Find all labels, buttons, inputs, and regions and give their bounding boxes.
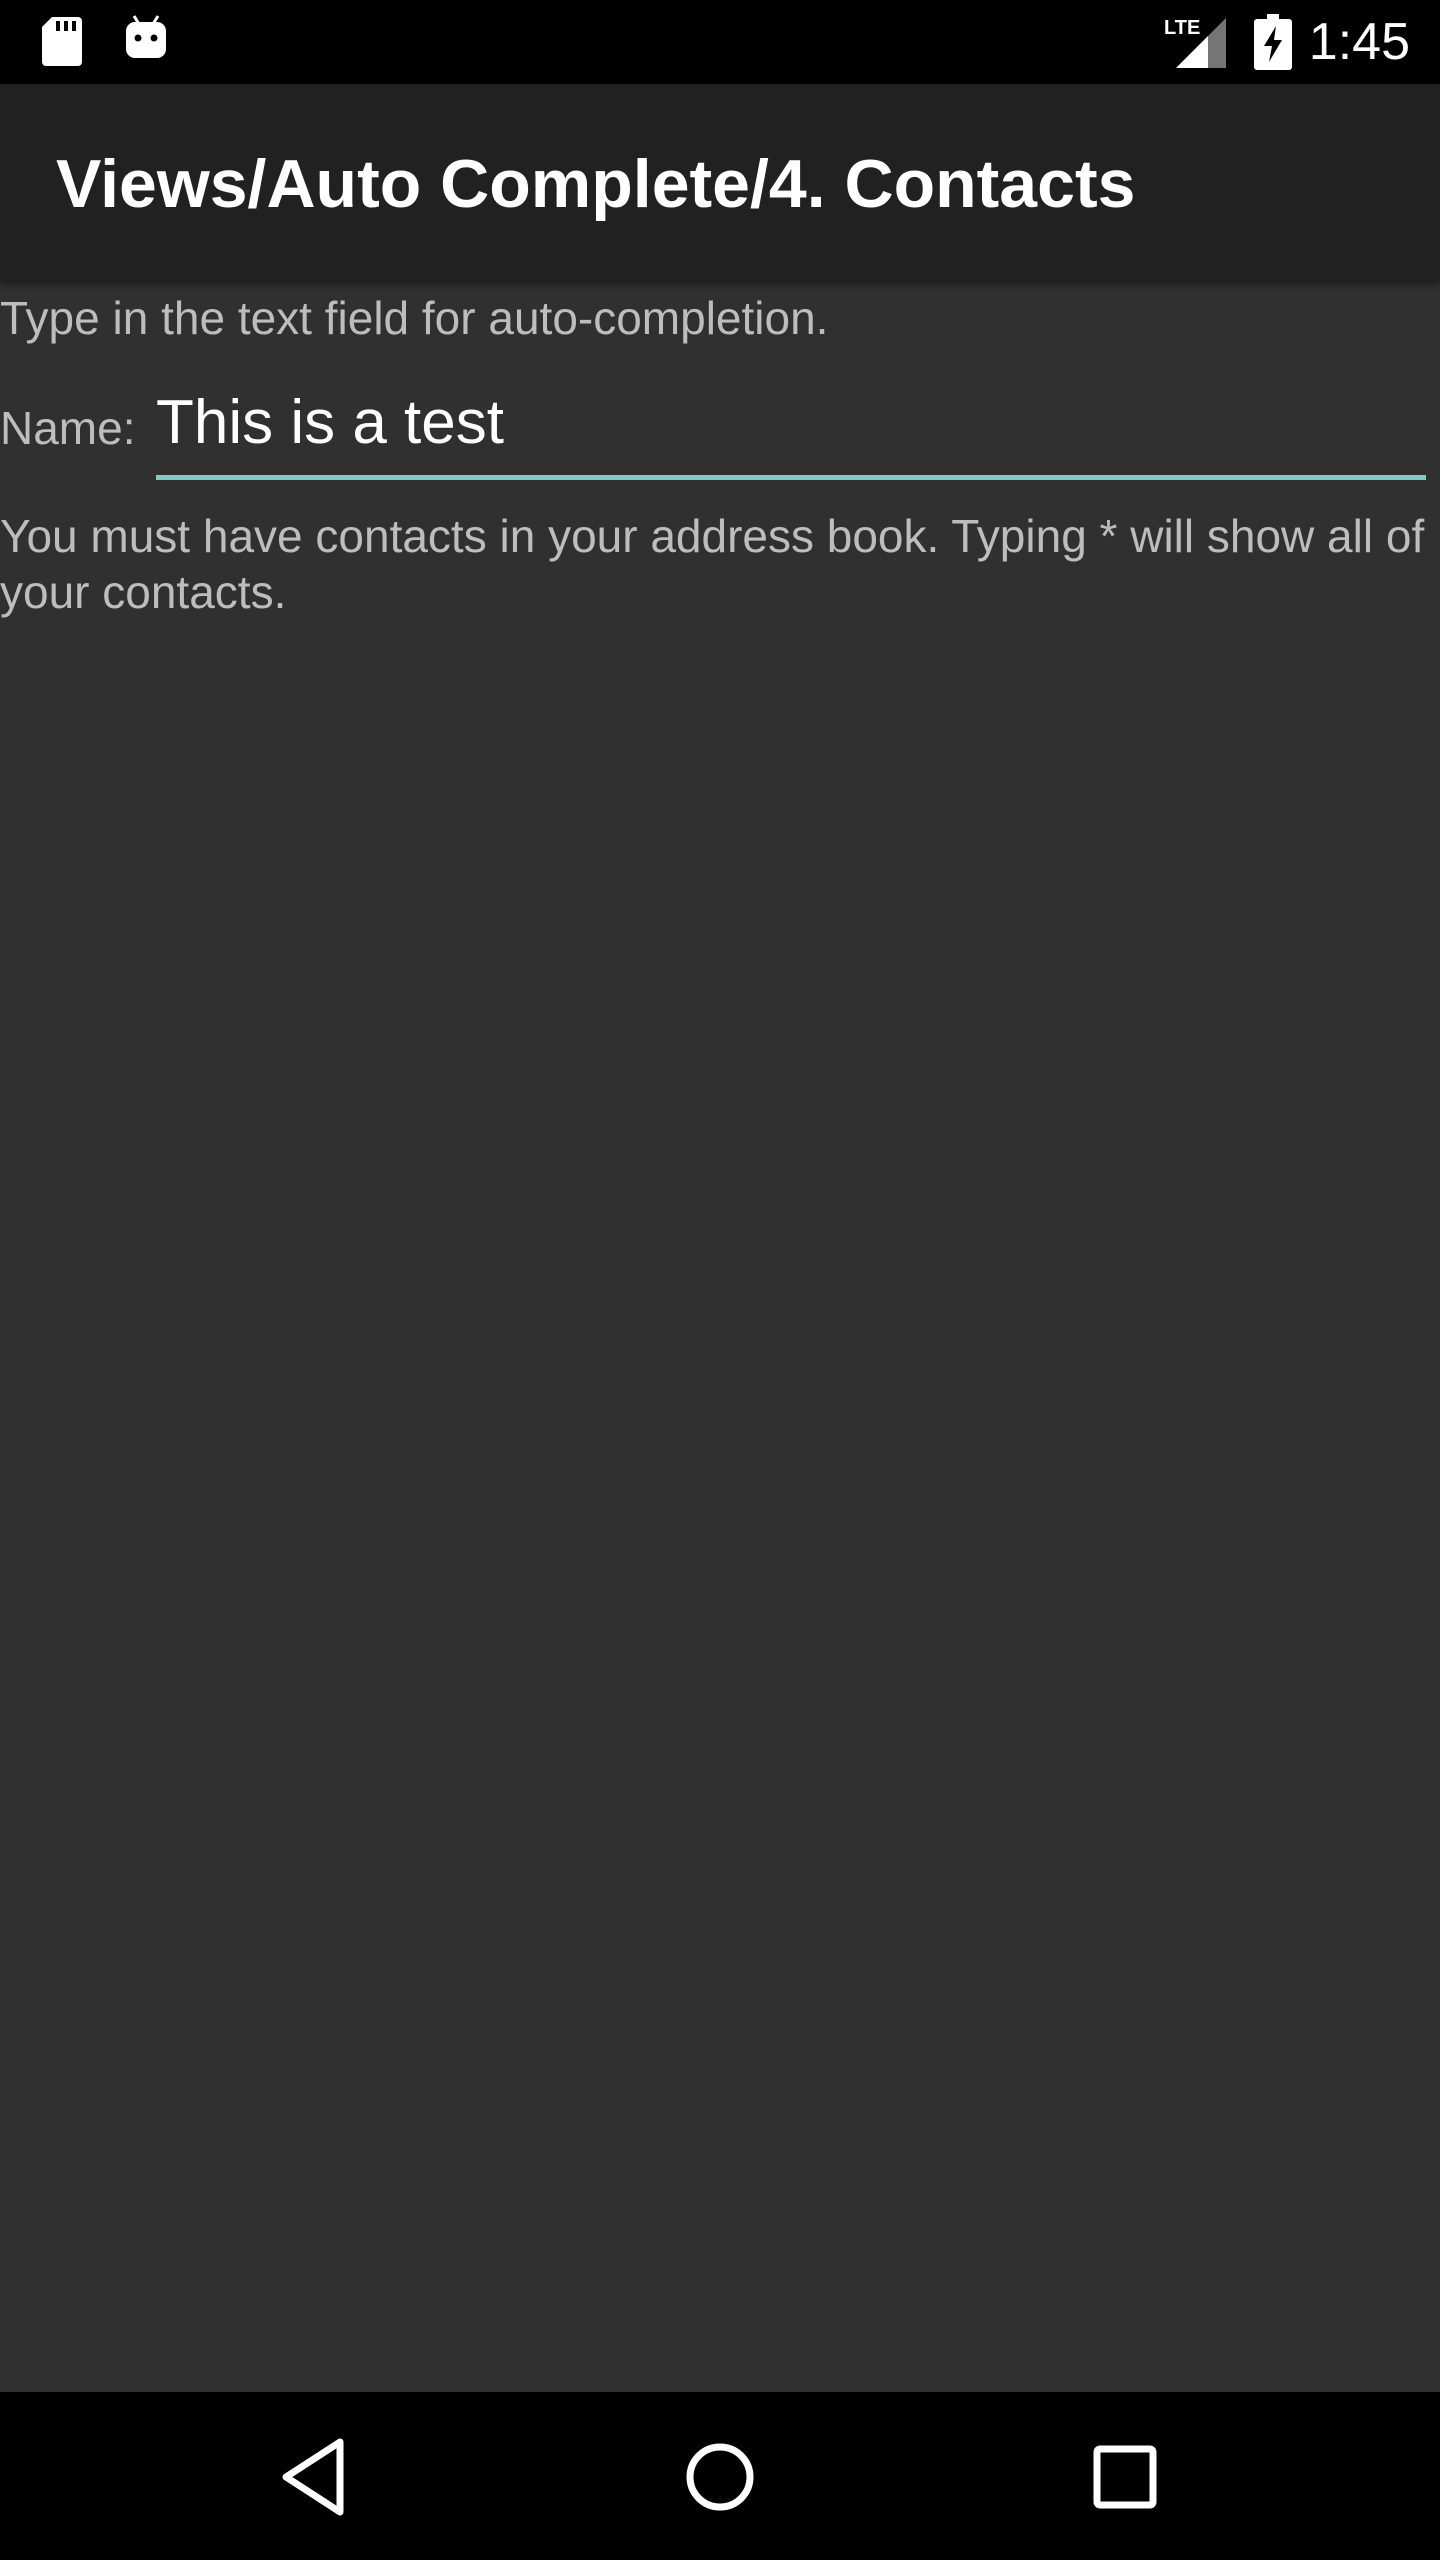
help-text: You must have contacts in your address b… [0,510,1425,618]
instruction-text: Type in the text field for auto-completi… [0,292,829,344]
battery-charging-icon [1254,14,1292,70]
status-clock: 1:45 [1308,13,1410,71]
android-debug-icon [126,15,166,58]
name-autocomplete-input[interactable] [156,370,1426,480]
svg-text:LTE: LTE [1164,17,1200,39]
recents-icon[interactable] [1080,2432,1170,2522]
navigation-bar [0,2392,1440,2560]
status-bar: LTE 1:45 [0,0,1440,84]
home-icon[interactable] [675,2432,765,2522]
name-label: Name: [0,402,136,454]
app-bar: Views/Auto Complete/4. Contacts [0,84,1440,280]
back-icon[interactable] [270,2432,360,2522]
signal-icon: LTE [1164,17,1226,68]
page-title: Views/Auto Complete/4. Contacts [56,146,1136,222]
sd-card-icon [42,17,82,66]
